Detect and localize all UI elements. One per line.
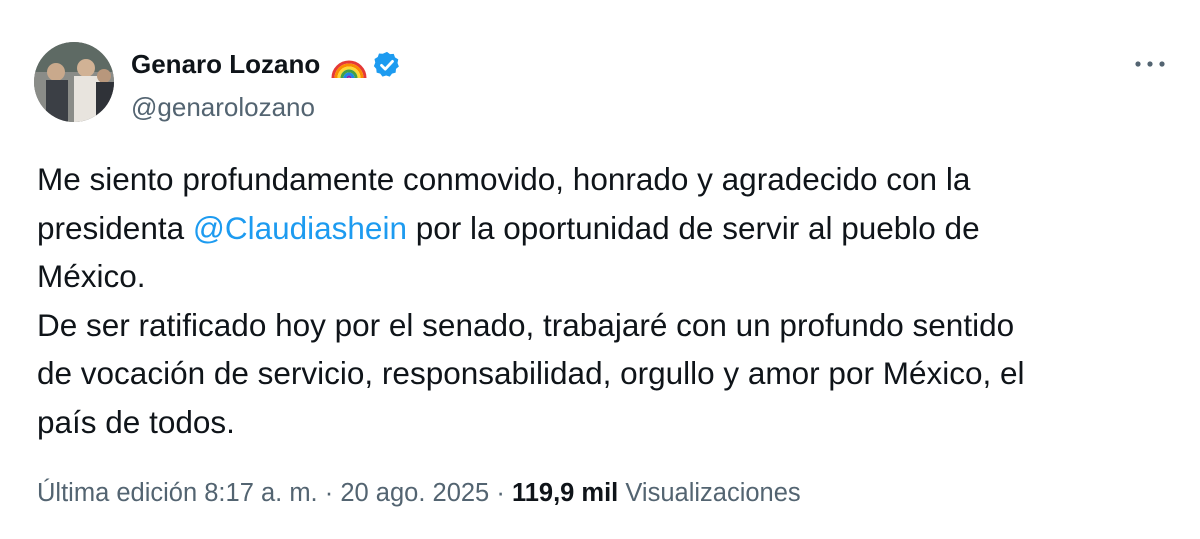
verified-badge-icon[interactable] [372,50,402,80]
more-options-icon[interactable] [1132,55,1168,73]
author-name-row[interactable]: Genaro Lozano [131,49,402,80]
avatar[interactable] [34,42,114,122]
tweet-meta: Última edición 8:17 a. m. · 20 ago. 2025… [37,479,801,508]
mention-link[interactable]: @Claudiashein [193,210,407,246]
tweet-text: Me siento profundamente conmovido, honra… [37,155,1167,446]
author-handle[interactable]: @genarolozano [131,92,315,123]
tweet-date[interactable]: 20 ago. 2025 [340,479,489,507]
views-count[interactable]: 119,9 mil [512,479,618,507]
meta-separator: · [324,479,334,507]
meta-separator-2: · [496,479,505,507]
edited-label[interactable]: Última edición [37,479,197,507]
tweet-time[interactable]: 8:17 a. m. [204,479,317,507]
views-label[interactable]: Visualizaciones [625,479,800,507]
rainbow-flag-icon [330,53,368,79]
author-name[interactable]: Genaro Lozano [131,49,320,80]
